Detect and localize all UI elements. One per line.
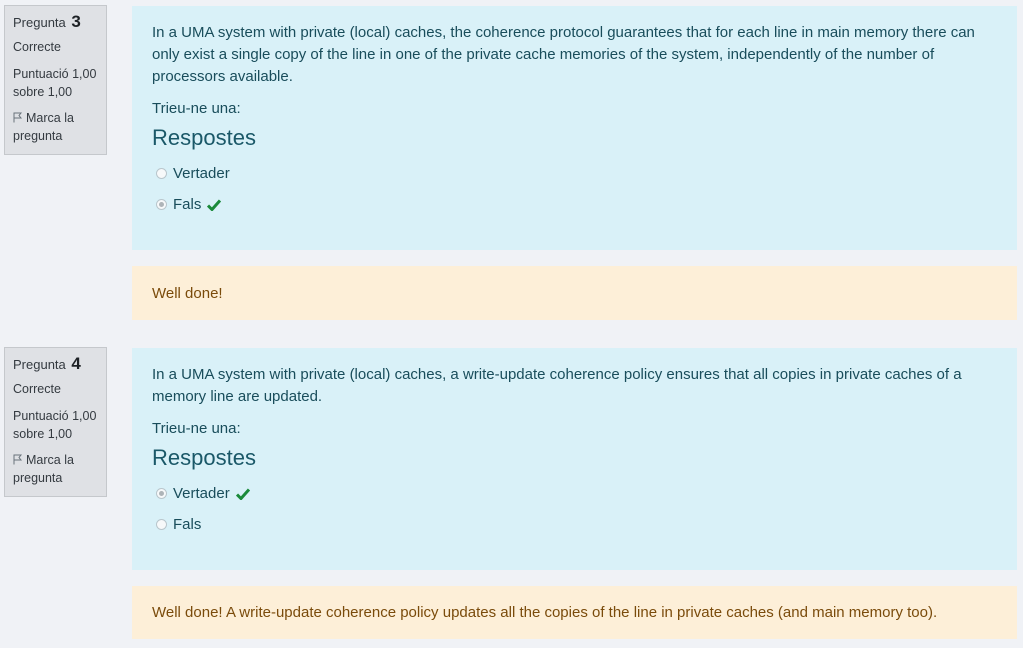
feedback-text: Well done! A write-update coherence poli… [152,604,938,621]
question-info: Pregunta 4 Correcte Puntuació 1,00 sobre… [4,347,107,497]
answer-label: Vertader [173,164,230,182]
question-number: 4 [71,354,81,373]
flag-question-link[interactable]: Marca la pregunta [13,109,98,145]
answer-option-fals[interactable]: Fals [152,189,997,220]
question-state: Correcte [13,382,61,396]
question-label: Pregunta [13,357,66,372]
question-grade: Puntuació 1,00 sobre 1,00 [13,67,97,99]
answer-option-vertader[interactable]: Vertader [152,478,997,509]
flag-question-link[interactable]: Marca la pregunta [13,451,98,487]
answer-label: Fals [173,515,202,533]
question-state: Correcte [13,40,61,54]
flag-icon [13,454,23,465]
question-text: In a UMA system with private (local) cac… [152,366,962,405]
answer-option-fals[interactable]: Fals [152,509,997,540]
question-label: Pregunta [13,15,66,30]
question-content: In a UMA system with private (local) cac… [132,6,1017,250]
answer-label: Vertader [173,484,230,502]
answer-prompt: Trieu-ne una: [152,100,241,117]
question-text: In a UMA system with private (local) cac… [152,24,975,85]
answers-heading: Respostes [152,125,256,150]
check-icon [207,199,222,211]
answer-radio[interactable] [156,519,167,530]
question-grade: Puntuació 1,00 sobre 1,00 [13,409,97,441]
question-content: In a UMA system with private (local) cac… [132,348,1017,570]
answers-heading: Respostes [152,445,256,470]
answer-radio[interactable] [156,168,167,179]
answer-radio-selected[interactable] [156,199,167,210]
answer-radio-selected[interactable] [156,488,167,499]
check-icon [235,488,250,500]
question-info: Pregunta 3 Correcte Puntuació 1,00 sobre… [4,5,107,155]
feedback-box: Well done! [132,266,1017,320]
flag-icon [13,112,23,123]
answer-label: Fals [173,195,202,213]
feedback-box: Well done! A write-update coherence poli… [132,586,1017,639]
question-number: 3 [71,12,81,31]
feedback-text: Well done! [152,284,223,302]
answer-prompt: Trieu-ne una: [152,420,241,437]
answer-option-vertader[interactable]: Vertader [152,158,997,189]
